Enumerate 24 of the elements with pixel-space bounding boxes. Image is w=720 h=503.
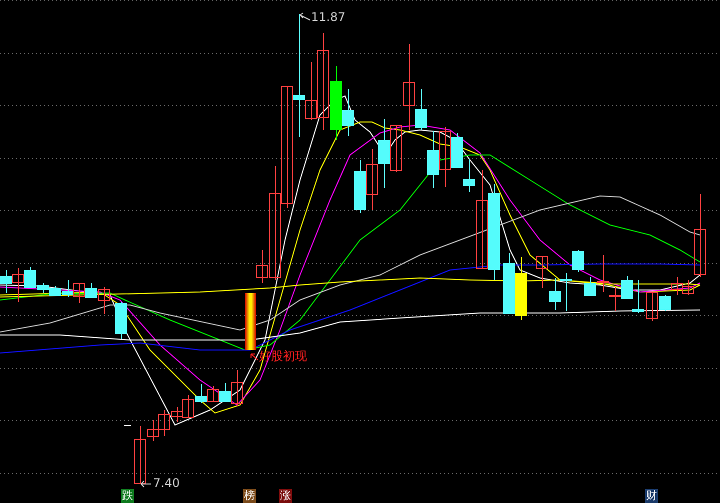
dash-mark: [124, 425, 132, 426]
signal-marker: 涨: [279, 489, 292, 503]
arrow-icon: [140, 480, 152, 488]
candlestick: [366, 148, 378, 210]
candlestick: [682, 280, 694, 296]
candlestick: [115, 302, 127, 340]
candlestick: [549, 278, 561, 310]
candlestick: [427, 130, 439, 188]
signal-marker: 跌: [121, 489, 134, 503]
candlestick: [207, 386, 219, 402]
candlestick: [515, 256, 527, 320]
signal-marker: 财: [645, 489, 658, 503]
candlestick: [536, 256, 548, 288]
signal-bar: [245, 293, 256, 350]
arrow-icon: [300, 12, 310, 20]
signal-marker: 榜: [243, 489, 256, 503]
high-price-label: 11.87: [311, 11, 346, 23]
candlestick: [354, 160, 366, 214]
candlestick: [195, 384, 207, 404]
candlestick: [503, 252, 515, 314]
low-price-label: 7.40: [153, 477, 180, 489]
candlestick: [671, 276, 683, 296]
candlestick: [73, 282, 85, 304]
arrow-icon: [250, 354, 258, 360]
